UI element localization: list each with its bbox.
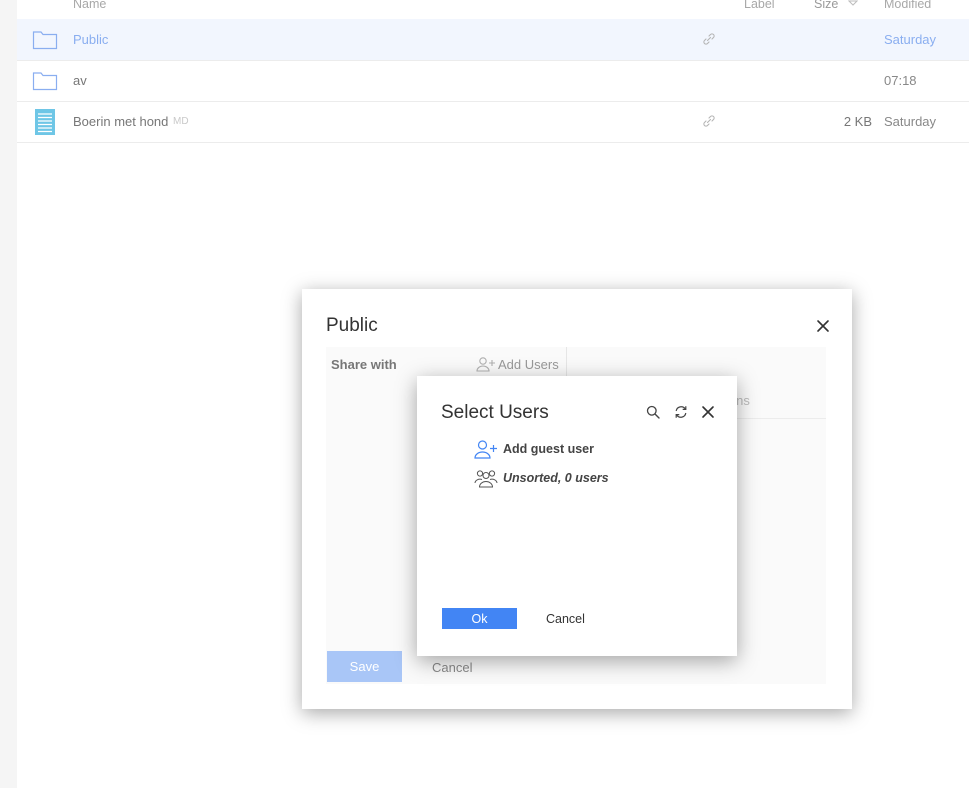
user-group-icon	[474, 470, 498, 488]
dialog-title: Public	[326, 315, 378, 336]
folder-icon	[32, 31, 58, 50]
add-user-icon	[474, 440, 497, 459]
file-modified: Saturday	[884, 114, 937, 129]
column-header-label[interactable]: Label	[744, 0, 775, 11]
share-with-label: Share with	[331, 357, 397, 372]
option-label: Unsorted, 0 users	[503, 471, 609, 485]
add-user-icon	[476, 357, 495, 372]
column-header-size[interactable]: Size	[814, 0, 838, 11]
close-icon[interactable]	[701, 405, 715, 419]
refresh-icon[interactable]	[674, 405, 688, 419]
document-icon	[35, 109, 55, 135]
cancel-button[interactable]: Cancel	[432, 660, 472, 675]
save-button[interactable]: Save	[327, 651, 402, 682]
ok-button[interactable]: Ok	[442, 608, 517, 629]
column-divider	[566, 347, 567, 377]
file-row-public[interactable]: Public Saturday	[17, 19, 969, 61]
file-extension-badge: MD	[173, 116, 189, 127]
folder-icon	[32, 72, 58, 91]
select-users-dialog: Select Users Add guest user Unsorted, 0 …	[417, 376, 737, 656]
file-modified: Saturday	[884, 32, 937, 47]
file-size: 2 KB	[843, 114, 872, 129]
file-name[interactable]: Public	[73, 32, 108, 47]
column-header-modified[interactable]: Modified	[884, 0, 931, 11]
search-icon[interactable]	[646, 405, 660, 419]
file-row-boerin-met-hond[interactable]: Boerin met hond MD 2 KB Saturday	[17, 101, 969, 143]
close-icon[interactable]	[816, 319, 830, 333]
option-label: Add guest user	[503, 442, 594, 456]
file-list-header: Name Label Size Modified	[17, 0, 969, 18]
add-users-label: Add Users	[498, 357, 559, 372]
file-row-av[interactable]: av 07:18	[17, 60, 969, 102]
file-name[interactable]: Boerin met hond	[73, 114, 168, 129]
sort-descending-icon[interactable]	[848, 0, 858, 8]
column-header-name[interactable]: Name	[73, 0, 106, 11]
dialog-title: Select Users	[441, 402, 549, 423]
file-name[interactable]: av	[73, 73, 87, 88]
cancel-button[interactable]: Cancel	[546, 612, 585, 626]
share-link-icon[interactable]	[702, 114, 716, 128]
share-link-icon[interactable]	[702, 32, 716, 46]
file-modified: 07:18	[884, 73, 917, 88]
